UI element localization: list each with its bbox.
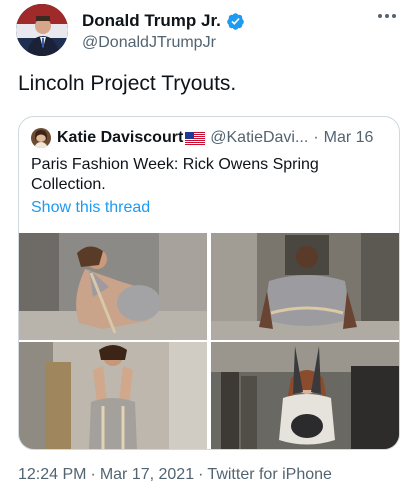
quoted-tweet-text: Paris Fashion Week: Rick Owens Spring Co… <box>31 156 319 193</box>
runway-photo-2-icon <box>211 233 399 340</box>
tweet-date[interactable]: Mar 17, 2021 <box>100 466 194 483</box>
tweet-source[interactable]: Twitter for iPhone <box>207 466 332 483</box>
author-avatar[interactable] <box>16 4 68 56</box>
more-options-icon[interactable] <box>374 6 400 26</box>
show-thread-link[interactable]: Show this thread <box>31 199 150 217</box>
author-handle[interactable]: @DonaldJTrumpJr <box>82 34 245 52</box>
tweet-header: Donald Trump Jr. @DonaldJTrumpJr <box>16 4 402 62</box>
verified-badge-icon <box>227 12 244 30</box>
runway-photo-4-icon <box>211 342 399 449</box>
us-flag-icon <box>185 131 206 145</box>
meta-separator: · <box>90 466 96 483</box>
quoted-author-avatar <box>31 128 51 148</box>
tweet-time[interactable]: 12:24 PM <box>18 466 86 483</box>
author-name-row: Donald Trump Jr. <box>82 10 245 32</box>
runway-photo-3-icon <box>19 342 207 449</box>
media-photo-2[interactable] <box>211 233 399 340</box>
quoted-tweet-header: Katie Daviscourt @KatieDavi... · Mar 16 <box>31 127 387 149</box>
quoted-author-handle: @KatieDavi... <box>210 129 309 146</box>
tweet-text: Lincoln Project Tryouts. <box>18 72 237 95</box>
quoted-author-display-name: Katie Daviscourt <box>57 129 184 146</box>
runway-photo-1-icon <box>19 233 207 340</box>
media-photo-3[interactable] <box>19 342 207 449</box>
media-grid <box>19 233 399 449</box>
quoted-avatar-photo-icon <box>31 128 51 148</box>
meta-separator: · <box>198 466 204 483</box>
media-photo-4[interactable] <box>211 342 399 449</box>
media-photo-1[interactable] <box>19 233 207 340</box>
quoted-header-separator: · <box>313 129 319 146</box>
tweet-metadata: 12:24 PM · Mar 17, 2021 · Twitter for iPhone <box>18 466 332 484</box>
quoted-tweet-card[interactable]: Katie Daviscourt @KatieDavi... · Mar 16 … <box>18 116 400 450</box>
author-display-name[interactable]: Donald Trump Jr. <box>82 11 221 31</box>
author-info: Donald Trump Jr. @DonaldJTrumpJr <box>82 10 245 52</box>
avatar-photo-icon <box>16 4 68 56</box>
quoted-tweet-date: Mar 16 <box>323 129 374 146</box>
